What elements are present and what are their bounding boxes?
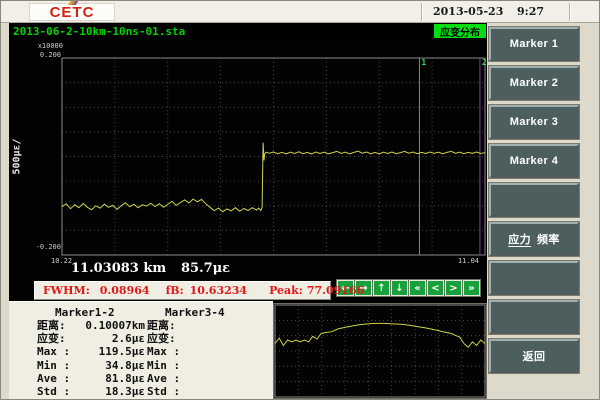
- arrow-down-button[interactable]: ↓: [391, 280, 408, 296]
- m34-std-label: Std :: [147, 384, 181, 398]
- m34-std-value: [191, 385, 255, 398]
- file-bar: 2013-06-2-10km-10ns-01.sta 应变分布: [9, 23, 487, 39]
- x-min-label: 10.22: [51, 257, 73, 265]
- date-display: 2013-05-23: [433, 5, 504, 18]
- step-back-button[interactable]: <: [427, 280, 444, 296]
- fwhm-value: 0.08964: [99, 284, 150, 297]
- x-max-label: 11.04: [457, 257, 479, 265]
- blank-button-3[interactable]: [489, 300, 579, 334]
- m34-ave-label: Ave :: [147, 371, 181, 385]
- marker1-button[interactable]: Marker 1: [489, 27, 579, 61]
- time-display: 9:27: [517, 5, 545, 18]
- top-bar: CETC 2013-05-23 9:27: [1, 1, 599, 23]
- marker12-column: Marker1-2 距离: 0.10007km 应变: 2.6με Max : 119…: [37, 306, 147, 398]
- instrument-screen: CETC 2013-05-23 9:27 2013-06-2-10km-10ns…: [0, 0, 600, 400]
- fwhm-label: FWHM:: [43, 284, 90, 297]
- step-forward-button[interactable]: >: [445, 280, 462, 296]
- blank-button-2[interactable]: [489, 261, 579, 295]
- m12-std-value: 18.3με: [105, 384, 145, 398]
- fb-label: fB:: [165, 284, 184, 297]
- peak-label: Peak:: [269, 284, 303, 297]
- marker12-header: Marker1-2: [55, 306, 115, 319]
- marker34-column: Marker3-4 距离: 应变: Max : Min : Ave : Std …: [147, 306, 257, 398]
- m12-ave-value: 81.8με: [105, 371, 145, 385]
- frequency-option-label: 频率: [537, 234, 560, 246]
- y-max-label: 0.200: [39, 51, 61, 59]
- peak-value: 77.09166: [306, 284, 365, 297]
- spectrum-chart-svg: [274, 304, 486, 398]
- marker1-button-label: Marker 1: [509, 38, 559, 50]
- marker2-button-label: Marker 2: [509, 77, 559, 89]
- marker2-button[interactable]: Marker 2: [489, 66, 579, 100]
- svg-text:1: 1: [421, 58, 426, 67]
- arrow-up-button[interactable]: ↑: [373, 280, 390, 296]
- m34-strain-label: 应变:: [147, 332, 176, 346]
- m34-max-value: [191, 345, 255, 358]
- topbar-divider: [421, 3, 422, 21]
- y-multiplier-label: x10000: [37, 42, 63, 50]
- m12-min-label: Min :: [37, 358, 71, 372]
- strain-distribution-badge: 应变分布: [434, 24, 486, 39]
- sidebar: Marker 1 Marker 2 Marker 3 Marker 4 应力 频…: [487, 23, 599, 399]
- y-min-label: -0.200: [35, 243, 61, 251]
- m12-strain-label: 应变:: [37, 332, 66, 346]
- marker3-button[interactable]: Marker 3: [489, 105, 579, 139]
- m12-distance-value: 0.10007km: [85, 319, 145, 332]
- m12-strain-value: 2.6με: [111, 332, 145, 346]
- m12-ave-label: Ave :: [37, 371, 71, 385]
- m34-max-label: Max :: [147, 345, 181, 359]
- stress-frequency-toggle-button[interactable]: 应力 频率: [489, 222, 579, 256]
- main-panel: 2013-06-2-10km-10ns-01.sta 应变分布 12 x1000…: [9, 23, 487, 303]
- back-button[interactable]: 返回: [489, 339, 579, 373]
- y-scale-per-div-label: 500με/: [11, 138, 23, 175]
- m12-max-label: Max :: [37, 345, 71, 359]
- m12-max-value: 119.5με: [98, 345, 145, 359]
- m34-strain-value: [191, 332, 255, 345]
- marker3-button-label: Marker 3: [509, 116, 559, 128]
- marker34-header: Marker3-4: [165, 306, 225, 319]
- m34-min-value: [191, 359, 255, 372]
- marker-table-panel: Marker1-2 距离: 0.10007km 应变: 2.6με Max :119…: [9, 301, 273, 399]
- fb-value: 10.63234: [189, 284, 248, 297]
- filename: 2013-06-2-10km-10ns-01.sta: [13, 24, 186, 38]
- m34-distance-label: 距离:: [147, 319, 176, 332]
- marker4-button-label: Marker 4: [509, 155, 559, 167]
- m12-std-label: Std :: [37, 384, 71, 398]
- cursor-strain-readout: 85.7με: [181, 261, 231, 276]
- m34-min-label: Min :: [147, 358, 181, 372]
- topbar-divider-2: [569, 3, 570, 21]
- blank-button-1[interactable]: [489, 183, 579, 217]
- m34-distance-value: [191, 319, 255, 332]
- marker4-button[interactable]: Marker 4: [489, 144, 579, 178]
- m12-distance-label: 距离:: [37, 319, 66, 332]
- fast-forward-button[interactable]: »: [463, 280, 480, 296]
- strain-chart-area: 12 x10000 0.200 -0.200 10.22 11.04 500με…: [9, 39, 487, 303]
- back-button-label: 返回: [522, 351, 546, 363]
- stress-option-label: 应力: [508, 234, 531, 246]
- stats-bar: FWHM: 0.08964 fB: 10.63234 Peak: 77.0916…: [34, 281, 364, 300]
- m34-ave-value: [191, 372, 255, 385]
- fast-rewind-button[interactable]: «: [409, 280, 426, 296]
- cetc-logo: CETC: [29, 1, 115, 21]
- cetc-logo-text: CETC: [49, 3, 95, 21]
- m12-min-value: 34.8με: [105, 358, 145, 372]
- cursor-distance-readout: 11.03083 km: [71, 261, 167, 276]
- spectrum-chart-area: [273, 303, 487, 399]
